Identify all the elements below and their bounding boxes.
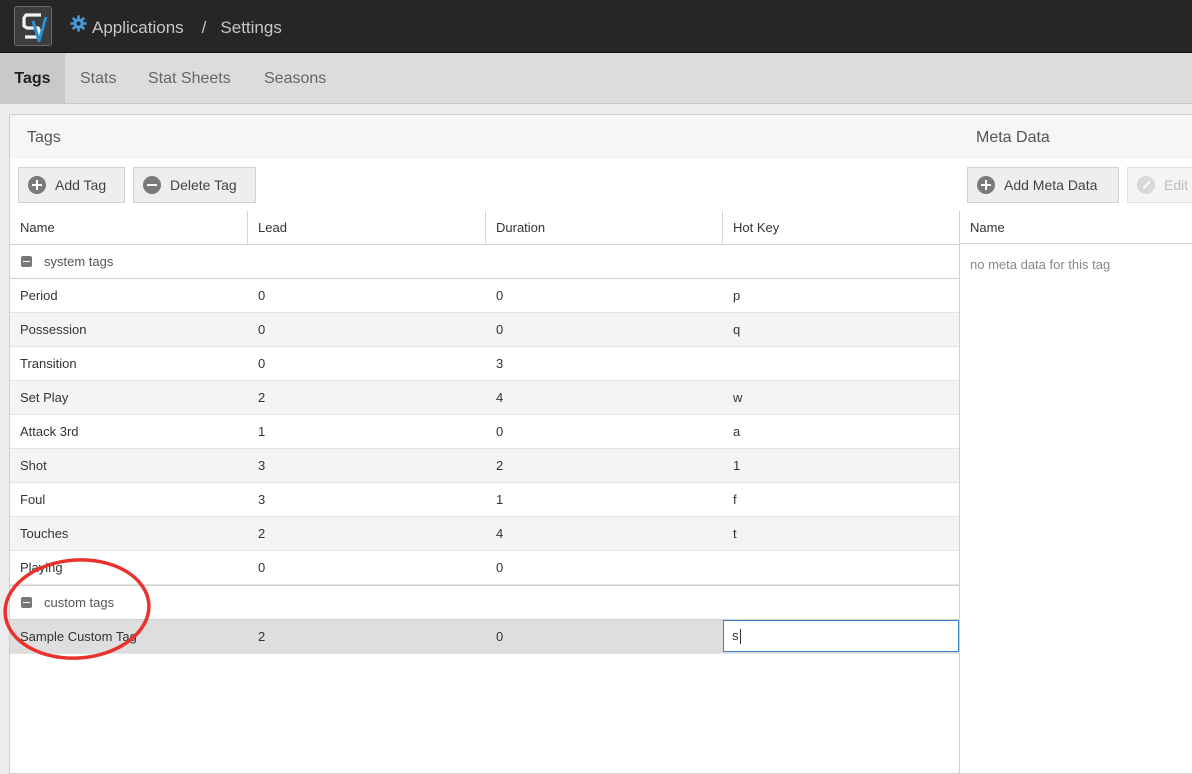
- column-header-duration[interactable]: Duration: [486, 211, 723, 244]
- text-caret: [739, 629, 741, 645]
- cell-hot-key: 1: [733, 458, 741, 473]
- cell-name: Set Play: [20, 390, 69, 405]
- breadcrumb-applications[interactable]: Applications: [92, 18, 184, 37]
- cell-hot-key: t: [733, 526, 737, 541]
- add-meta-data-button[interactable]: Add Meta Data: [967, 167, 1119, 203]
- cell-name: Sample Custom Tag: [20, 629, 137, 644]
- cell-duration: 4: [496, 526, 504, 541]
- breadcrumb: Applications / Settings: [70, 0, 282, 52]
- cell-hot-key: a: [733, 424, 741, 439]
- add-tag-button[interactable]: Add Tag: [18, 167, 125, 203]
- cell-lead: 3: [258, 458, 266, 473]
- remove-icon: [143, 176, 161, 194]
- cell-name: Period: [20, 288, 58, 303]
- delete-tag-label: Delete Tag: [170, 177, 237, 193]
- delete-tag-button[interactable]: Delete Tag: [133, 167, 256, 203]
- cell-lead: 0: [258, 322, 266, 337]
- table-row[interactable]: Attack 3rd 1 0 a: [10, 415, 959, 449]
- settings-tabs: Tags Stats Stat Sheets Seasons: [0, 53, 1192, 104]
- cell-lead: 3: [258, 492, 266, 507]
- cell-lead: 2: [258, 629, 266, 644]
- group-header-custom-tags[interactable]: custom tags: [10, 585, 959, 620]
- meta-data-list: no meta data for this tag: [959, 244, 1192, 774]
- cell-name: Playing: [20, 560, 63, 575]
- tab-seasons[interactable]: Seasons: [264, 53, 326, 103]
- toolbar: Add Tag Delete Tag Add Meta Data Edit: [10, 159, 1192, 212]
- table-row[interactable]: Playing 0 0: [10, 551, 959, 585]
- add-meta-data-label: Add Meta Data: [1004, 177, 1098, 193]
- cell-duration: 1: [496, 492, 504, 507]
- add-icon: [28, 176, 46, 194]
- group-label: custom tags: [44, 595, 115, 610]
- table-row[interactable]: Transition 0 3: [10, 347, 959, 381]
- cell-duration: 0: [496, 322, 504, 337]
- table-row[interactable]: Touches 2 4 t: [10, 517, 959, 551]
- hot-key-value: s: [732, 628, 739, 643]
- cell-duration: 2: [496, 458, 504, 473]
- cell-name: Attack 3rd: [20, 424, 79, 439]
- cell-lead: 2: [258, 526, 266, 541]
- edit-icon: [1137, 176, 1155, 194]
- add-icon: [977, 176, 995, 194]
- group-label: system tags: [44, 254, 114, 269]
- tab-stat-sheets[interactable]: Stat Sheets: [148, 53, 231, 103]
- breadcrumb-settings: Settings: [220, 18, 282, 37]
- table-row[interactable]: Period 0 0 p: [10, 279, 959, 313]
- table-row-selected[interactable]: Sample Custom Tag 2 0 s: [10, 620, 959, 654]
- cell-lead: 0: [258, 356, 266, 371]
- add-tag-label: Add Tag: [55, 177, 107, 193]
- cell-lead: 2: [258, 390, 266, 405]
- hot-key-editor[interactable]: s: [723, 620, 959, 652]
- meta-empty-message: no meta data for this tag: [970, 257, 1111, 272]
- cell-lead: 1: [258, 424, 266, 439]
- table-row[interactable]: Shot 3 2 1: [10, 449, 959, 483]
- cell-hot-key: p: [733, 288, 741, 303]
- cell-name: Foul: [20, 492, 46, 507]
- top-bar: Applications / Settings: [0, 0, 1192, 53]
- edit-label: Edit: [1164, 177, 1189, 193]
- panel-header: Tags Meta Data: [10, 115, 1192, 160]
- column-header-lead[interactable]: Lead: [248, 211, 486, 244]
- collapse-icon[interactable]: [21, 256, 32, 267]
- app-logo-icon[interactable]: [14, 6, 52, 46]
- cell-duration: 0: [496, 560, 504, 575]
- meta-panel-title: Meta Data: [976, 129, 1050, 146]
- cell-duration: 4: [496, 390, 504, 405]
- cell-name: Shot: [20, 458, 47, 473]
- cell-lead: 0: [258, 288, 266, 303]
- table-row[interactable]: Possession 0 0 q: [10, 313, 959, 347]
- tab-stats[interactable]: Stats: [80, 53, 116, 103]
- collapse-icon[interactable]: [21, 597, 32, 608]
- table-row[interactable]: Set Play 2 4 w: [10, 381, 959, 415]
- column-header-name[interactable]: Name: [10, 211, 248, 244]
- tags-grid-body: system tags Period 0 0 p Possession 0 0 …: [10, 245, 959, 654]
- tags-grid-header: Name Lead Duration Hot Key: [10, 211, 959, 245]
- edit-meta-data-button[interactable]: Edit: [1127, 167, 1192, 203]
- cell-hot-key: w: [733, 390, 743, 405]
- cell-lead: 0: [258, 560, 266, 575]
- cell-name: Possession: [20, 322, 87, 337]
- tab-tags[interactable]: Tags: [0, 53, 65, 103]
- cell-duration: 3: [496, 356, 504, 371]
- group-header-system-tags[interactable]: system tags: [10, 245, 959, 279]
- cell-hot-key: q: [733, 322, 741, 337]
- cell-hot-key: f: [733, 492, 737, 507]
- cell-name: Transition: [20, 356, 77, 371]
- table-row[interactable]: Foul 3 1 f: [10, 483, 959, 517]
- tags-panel-title: Tags: [27, 129, 61, 146]
- cell-duration: 0: [496, 288, 504, 303]
- cell-duration: 0: [496, 424, 504, 439]
- meta-column-header-name[interactable]: Name: [959, 211, 1192, 244]
- cell-duration: 0: [496, 629, 504, 644]
- cell-name: Touches: [20, 526, 69, 541]
- tags-settings-panel: Tags Meta Data Add Tag Delete Tag Add Me…: [9, 114, 1192, 774]
- gear-icon: [70, 0, 87, 54]
- column-header-hot-key[interactable]: Hot Key: [723, 211, 959, 244]
- breadcrumb-separator: /: [201, 18, 207, 37]
